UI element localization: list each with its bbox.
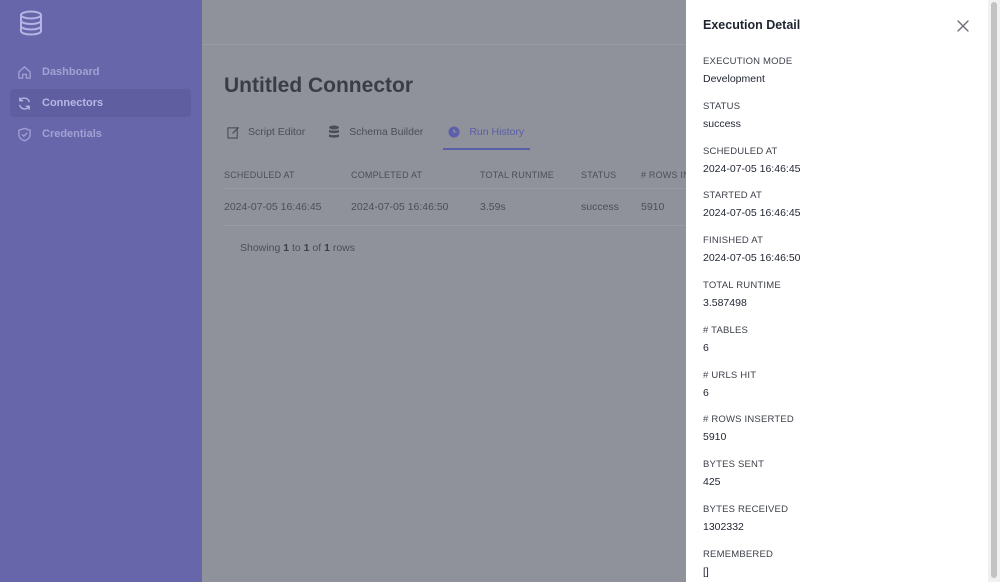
top-bar [202,0,686,45]
sidebar-item-label: Connectors [42,97,104,109]
tab-run-history[interactable]: Run History [443,116,531,150]
field-value: [] [703,565,709,578]
sidebar-item-label: Credentials [42,128,102,140]
tab-label: Run History [469,126,525,138]
field-value: 1302332 [703,520,744,533]
table-cell: success [581,201,619,213]
sidebar-item-credentials[interactable]: Credentials [10,120,191,148]
field-label: STATUS [703,100,741,112]
field-value: 425 [703,476,721,489]
run-history-table: SCHEDULED AT COMPLETED AT TOTAL RUNTIME … [224,161,686,226]
table-cell: 2024-07-05 16:46:50 [351,201,449,213]
field-label: STARTED AT [703,190,763,202]
field-label: SCHEDULED AT [703,145,778,157]
refresh-icon [16,95,32,111]
field-value: 5910 [703,431,727,444]
detail-field-started-at: STARTED AT 2024-07-05 16:46:45 [703,190,973,235]
tab-bar: Script Editor Schema Builder Run History [224,116,544,150]
main-content: Untitled Connector Script Editor Schema … [202,0,686,582]
detail-field-bytes-sent: BYTES SENT 425 [703,459,973,504]
detail-field-tables: # TABLES 6 [703,325,973,370]
field-value: Development [703,73,765,85]
database-logo-icon[interactable] [18,10,44,36]
tab-schema-builder[interactable]: Schema Builder [325,116,429,150]
field-label: BYTES RECEIVED [703,503,789,515]
field-label: BYTES SENT [703,459,765,471]
column-header[interactable]: COMPLETED AT [351,170,480,180]
field-label: # ROWS INSERTED [703,414,794,426]
pager-text: to [289,242,304,254]
field-label: # URLS HIT [703,369,757,381]
tab-label: Schema Builder [349,126,424,138]
pagination-summary: Showing 1 to 1 of 1 rows [240,242,355,254]
scrollbar-thumb[interactable] [991,2,997,578]
field-value: 2024-07-05 16:46:45 [703,162,801,175]
drawer-title: Execution Detail [703,18,801,32]
detail-field-finished-at: FINISHED AT 2024-07-05 16:46:50 [703,235,973,280]
field-value: 6 [703,386,709,399]
column-header[interactable]: # ROWS IN [641,170,686,180]
clock-icon [447,125,461,139]
sidebar-item-dashboard[interactable]: Dashboard [10,58,191,86]
sidebar-nav: Dashboard Connectors Credentials [10,58,191,151]
detail-field-scheduled-at: SCHEDULED AT 2024-07-05 16:46:45 [703,146,973,191]
table-header: SCHEDULED AT COMPLETED AT TOTAL RUNTIME … [224,161,686,189]
sidebar-item-connectors[interactable]: Connectors [10,89,191,117]
sidebar: Dashboard Connectors Credentials [0,0,202,582]
table-row[interactable]: 2024-07-05 16:46:45 2024-07-05 16:46:50 … [224,189,686,226]
edit-icon [226,125,240,139]
detail-field-rows-inserted: # ROWS INSERTED 5910 [703,414,973,459]
detail-field-total-runtime: TOTAL RUNTIME 3.587498 [703,280,973,325]
field-label: TOTAL RUNTIME [703,279,781,291]
pager-text: rows [329,242,356,254]
tab-label: Script Editor [248,126,306,138]
detail-field-status: STATUS success [703,101,973,146]
table-cell: 3.59s [480,201,506,213]
column-header[interactable]: SCHEDULED AT [224,170,351,180]
field-value: 2024-07-05 16:46:45 [703,207,801,220]
shield-icon [16,126,32,142]
field-value: 2024-07-05 16:46:50 [703,252,801,265]
detail-fields: EXECUTION MODE Development STATUS success … [703,56,973,582]
field-value: 3.587498 [703,296,747,309]
sidebar-item-label: Dashboard [42,66,100,78]
pager-text: of [309,242,325,254]
field-label: FINISHED AT [703,235,764,247]
detail-field-execution-mode: EXECUTION MODE Development [703,56,973,101]
home-icon [16,64,32,80]
detail-field-remembered: REMEMBERED [] [703,549,973,582]
column-header[interactable]: TOTAL RUNTIME [480,170,581,180]
field-label: EXECUTION MODE [703,56,793,67]
database-icon [327,125,341,139]
field-value: 6 [703,341,709,354]
column-header[interactable]: STATUS [581,170,641,180]
field-label: # TABLES [703,324,749,336]
page-title: Untitled Connector [224,74,413,97]
table-cell: 2024-07-05 16:46:45 [224,201,322,213]
field-value: success [703,117,741,130]
table-cell: 5910 [641,201,665,213]
detail-field-bytes-received: BYTES RECEIVED 1302332 [703,504,973,549]
field-label: REMEMBERED [703,548,774,560]
detail-field-urls-hit: # URLS HIT 6 [703,370,973,415]
tab-script-editor[interactable]: Script Editor [224,116,311,150]
execution-detail-drawer: Execution Detail EXECUTION MODE Developme… [686,0,988,582]
close-icon[interactable] [956,19,970,33]
pager-text: Showing [240,242,284,254]
